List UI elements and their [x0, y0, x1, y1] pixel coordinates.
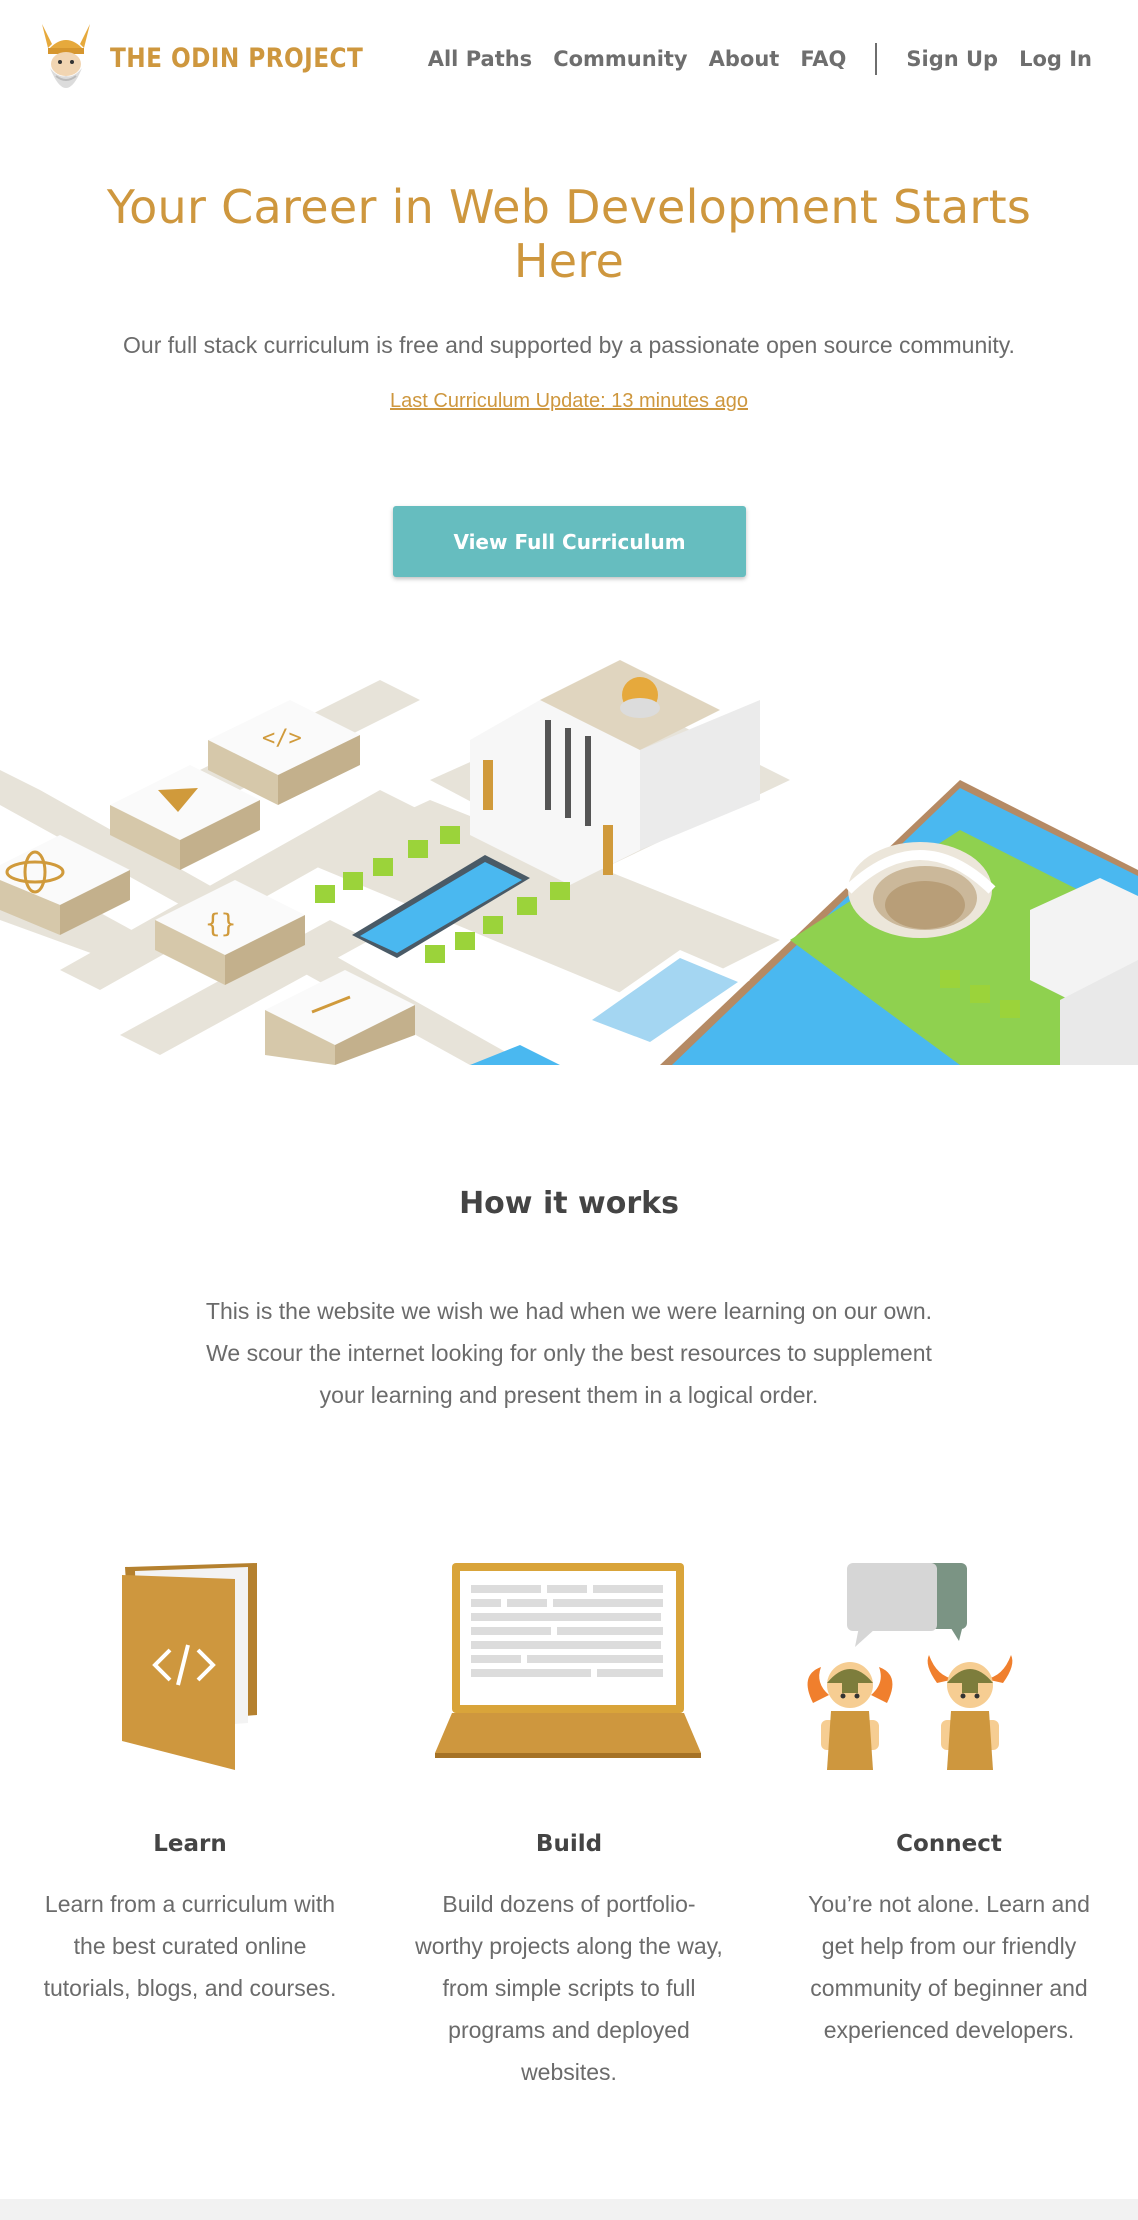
nav-link-all-paths[interactable]: All Paths	[428, 47, 532, 71]
logo-text: THE ODIN PROJECT	[110, 42, 364, 74]
odin-logo-icon	[42, 24, 90, 88]
hero-subtitle: Our full stack curriculum is free and su…	[123, 332, 1015, 358]
feature-learn: Learn Learn from a curriculum with the b…	[20, 1555, 360, 2001]
feature-connect-text: You’re not alone. Learn and get help fro…	[808, 1891, 1090, 2043]
nav-divider	[875, 43, 878, 75]
how-it-works-text: This is the website we wish we had when …	[205, 1298, 933, 1408]
hero-title-line-1: Your Career in Web Development Starts	[106, 180, 1032, 234]
feature-learn-title: Learn	[153, 1831, 227, 1857]
nav-links: All Paths Community About FAQ Sign Up Lo…	[407, 43, 1092, 75]
feature-build-text: Build dozens of portfolio-worthy project…	[415, 1891, 723, 2085]
view-curriculum-button[interactable]: View Full Curriculum	[393, 506, 746, 577]
svg-text:</>: </>	[262, 726, 302, 751]
footer-strip	[0, 2199, 1138, 2220]
feature-build-title: Build	[535, 1831, 603, 1857]
book-code-icon	[122, 1563, 257, 1770]
curriculum-update-link[interactable]: Last Curriculum Update: 13 minutes ago	[390, 390, 748, 412]
hero-title-line-2: Here	[513, 234, 625, 288]
log-in-link[interactable]: Log In	[1019, 47, 1092, 71]
feature-learn-text: Learn from a curriculum with the best cu…	[43, 1891, 337, 2001]
nav-link-community[interactable]: Community	[553, 47, 687, 71]
laptop-icon	[435, 1563, 701, 1758]
feature-build: Build Build dozens of portfolio-worthy p…	[399, 1555, 739, 2085]
hero-title: Your Career in Web Development Starts He…	[0, 180, 1138, 288]
community-vikings-icon	[807, 1563, 1013, 1770]
feature-connect-title: Connect	[896, 1831, 1002, 1857]
sign-up-link[interactable]: Sign Up	[906, 47, 998, 71]
feature-connect: Connect You’re not alone. Learn and get …	[779, 1555, 1119, 2043]
curriculum-update: Last Curriculum Update: 13 minutes ago	[0, 390, 1138, 413]
home-logo-link[interactable]: THE ODIN PROJECT	[36, 18, 405, 98]
how-it-works-title: How it works	[459, 1186, 679, 1221]
svg-text:{}: {}	[205, 909, 236, 939]
nav-link-about[interactable]: About	[709, 47, 780, 71]
top-navigation: THE ODIN PROJECT All Paths Community Abo…	[0, 0, 1138, 120]
hero-city-illustration: </> {}	[0, 660, 1138, 1065]
nav-link-faq[interactable]: FAQ	[800, 47, 846, 71]
